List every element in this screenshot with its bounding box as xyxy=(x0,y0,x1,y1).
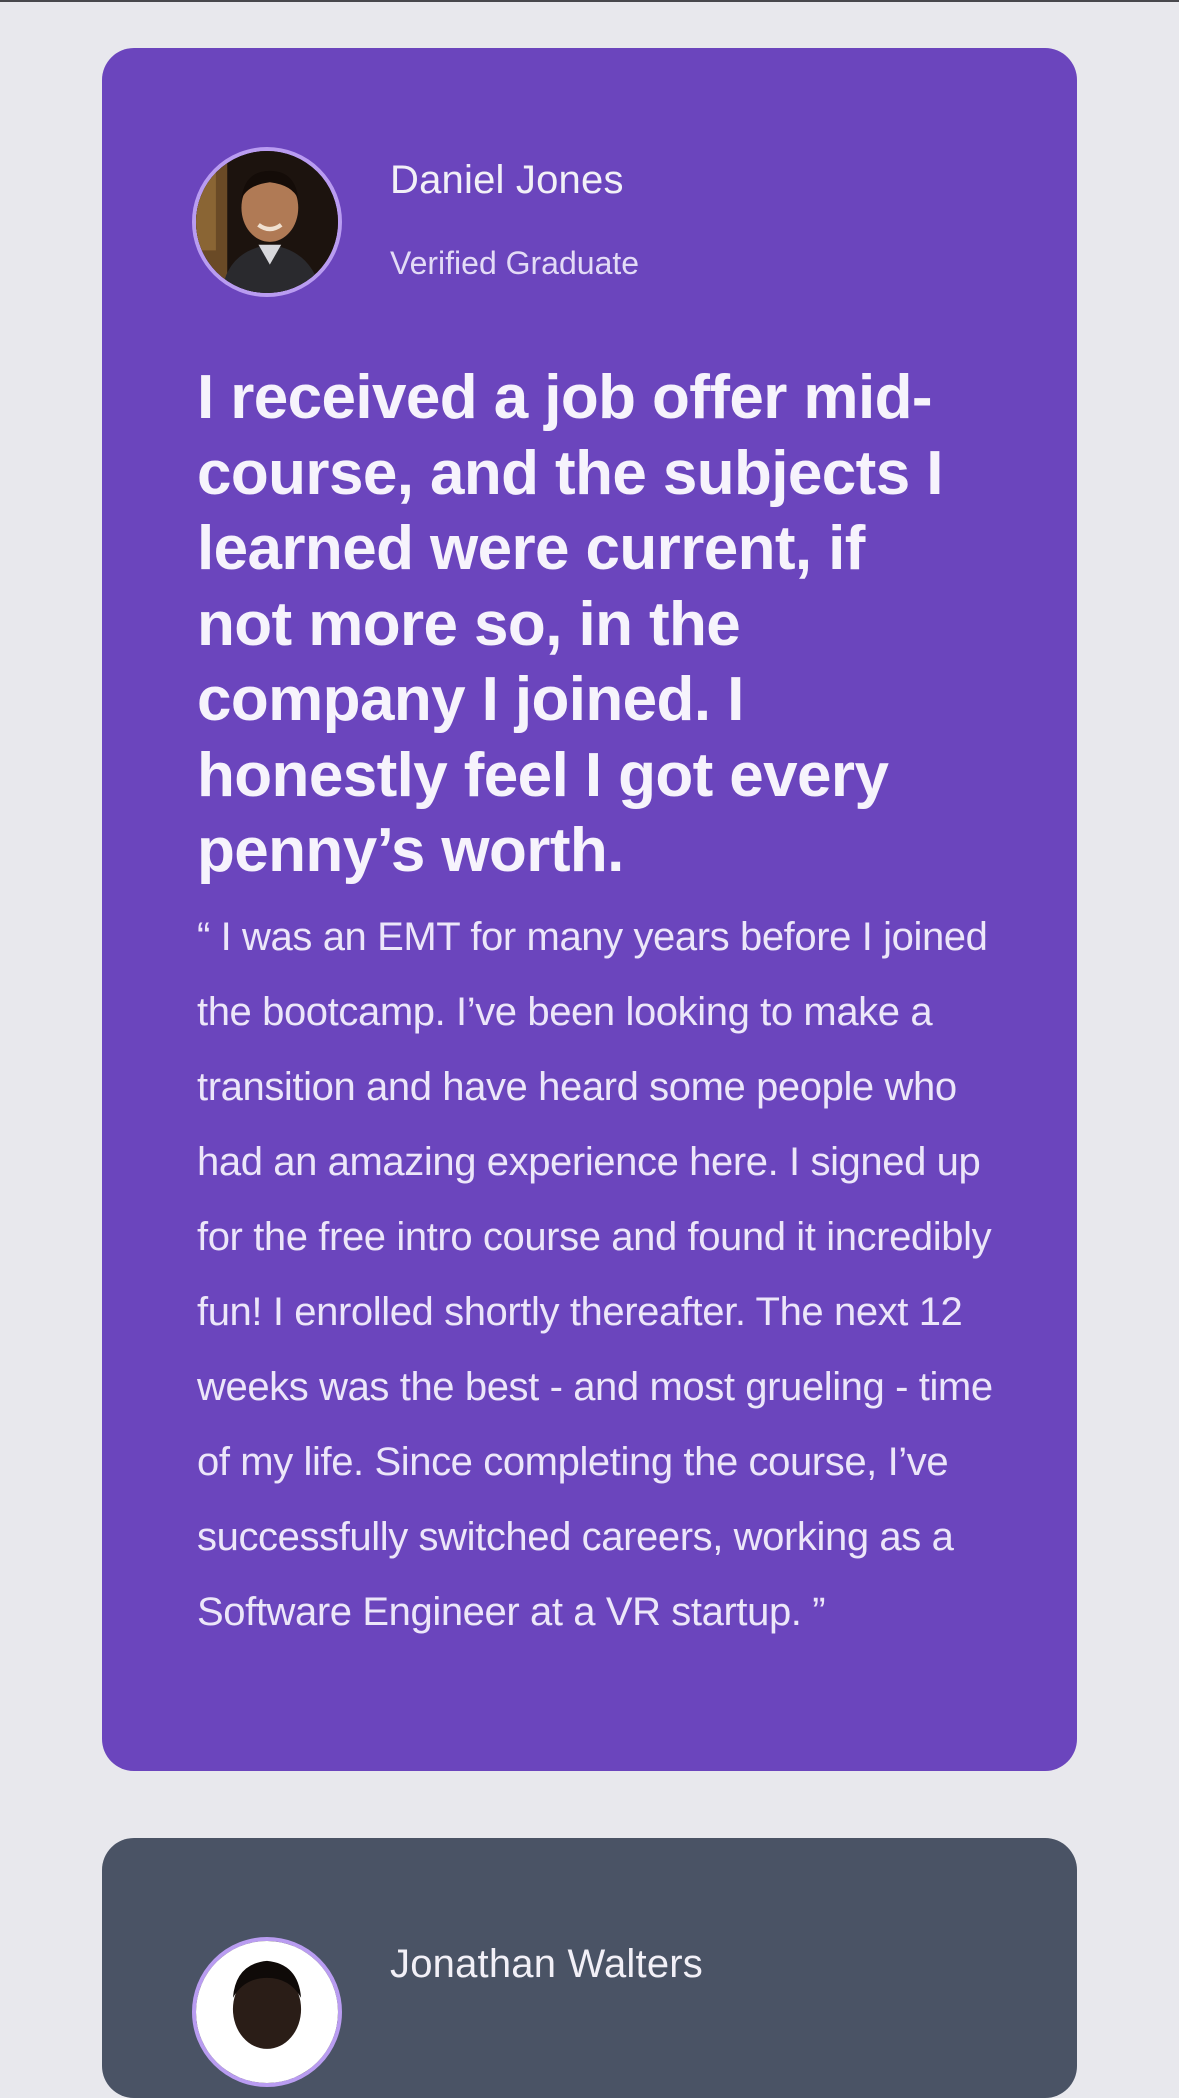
testimonial-headline: I received a job offer mid-course, and t… xyxy=(197,363,943,885)
testimonial-quote: “ I was an EMT for many years before I j… xyxy=(197,915,993,1634)
author-name: Daniel Jones xyxy=(390,158,624,202)
avatar-photo-icon xyxy=(196,151,338,293)
avatar xyxy=(192,1937,342,2087)
avatar xyxy=(192,147,342,297)
testimonial-card-jonathan: Jonathan Walters xyxy=(102,1838,1077,2098)
avatar-photo-icon xyxy=(196,1941,338,2083)
author-role: Verified Graduate xyxy=(390,245,640,281)
author-name: Jonathan Walters xyxy=(390,1942,703,1986)
top-divider xyxy=(0,0,1179,2)
testimonial-card-daniel: Daniel Jones Verified Graduate I receive… xyxy=(102,48,1077,1771)
